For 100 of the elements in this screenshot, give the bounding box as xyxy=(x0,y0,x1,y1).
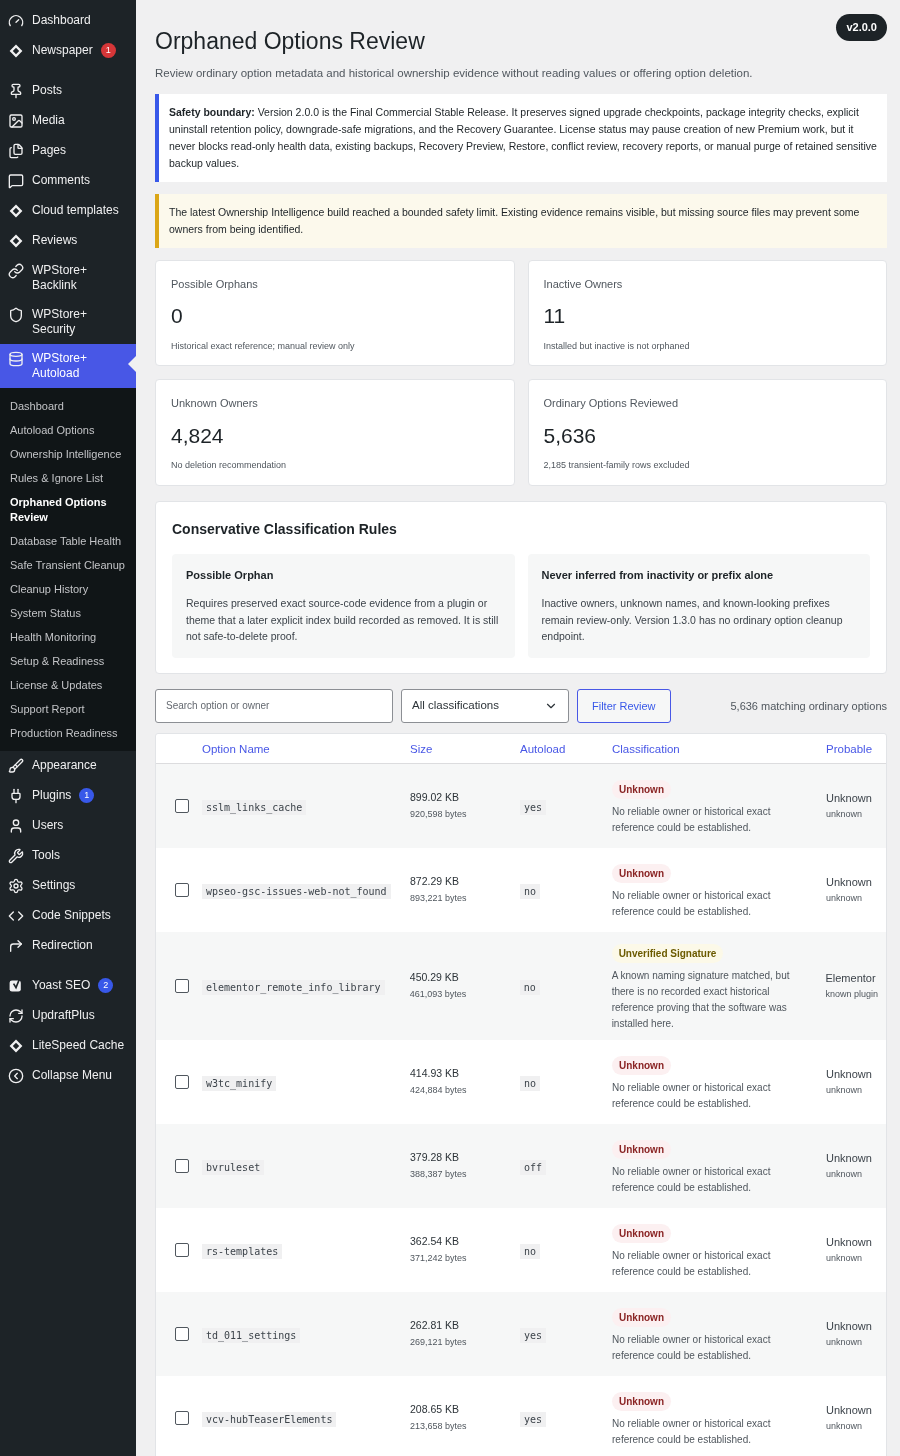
count-badge: 1 xyxy=(100,43,116,59)
submenu-item[interactable]: Production Readiness xyxy=(0,721,136,745)
column-header[interactable]: Probable xyxy=(826,743,873,756)
sidebar-item[interactable]: Yoast SEO 2 xyxy=(0,971,136,1001)
row-checkbox[interactable] xyxy=(175,1074,189,1089)
row-checkbox[interactable] xyxy=(175,798,189,813)
owner-name: Unknown xyxy=(826,1066,873,1082)
sidebar-item[interactable]: Tools xyxy=(0,841,136,871)
refresh-icon xyxy=(8,1008,24,1024)
owner-type: unknown xyxy=(826,1336,864,1350)
link-icon xyxy=(8,263,24,279)
result-count: 5,636 matching ordinary options xyxy=(730,698,887,714)
submenu-item[interactable]: Autoload Options xyxy=(0,418,136,442)
submenu-item[interactable]: System Status xyxy=(0,601,136,625)
row-checkbox[interactable] xyxy=(175,1326,189,1341)
sidebar-item[interactable]: Plugins 1 xyxy=(0,781,136,811)
row-checkbox[interactable] xyxy=(175,1158,189,1173)
sidebar-item[interactable]: Appearance xyxy=(0,751,136,781)
sidebar-item[interactable]: LiteSpeed Cache xyxy=(0,1031,136,1061)
sidebar-item[interactable]: Comments xyxy=(0,166,136,196)
column-header[interactable]: Option Name xyxy=(202,743,270,756)
stat-label: Inactive Owners xyxy=(543,276,624,292)
sidebar-item[interactable]: Posts xyxy=(0,76,136,106)
sidebar-item[interactable]: WPStore+ Security xyxy=(0,300,136,344)
sidebar-item[interactable]: Media xyxy=(0,106,136,136)
submenu-item[interactable]: Safe Transient Cleanup xyxy=(0,553,136,577)
owner-type: unknown xyxy=(826,1420,864,1434)
brush-icon xyxy=(8,758,24,774)
size-text: 262.81 KB xyxy=(410,1317,461,1333)
option-name: rs-templates xyxy=(202,1243,283,1259)
database-icon xyxy=(8,351,24,367)
filter-button[interactable]: Filter Review xyxy=(577,688,671,723)
sidebar-item[interactable]: Pages xyxy=(0,136,136,166)
sidebar-item[interactable]: Code Snippets xyxy=(0,901,136,931)
sidebar-item[interactable]: Users xyxy=(0,811,136,841)
rule-text: Requires preserved exact source-code evidence from a plugin or theme that a later explicit index build recorded as removed. It is still not safe-to-delete proof. xyxy=(186,596,500,645)
option-name: elementor_remote_info_library xyxy=(201,979,385,995)
sidebar-item[interactable]: Cloud templates xyxy=(0,196,136,226)
bytes-text: 371,242 bytes xyxy=(410,1252,468,1266)
submenu-item[interactable]: Dashboard xyxy=(0,394,136,418)
owner-type: known plugin xyxy=(825,988,878,1002)
submenu-item[interactable]: Ownership Intelligence xyxy=(0,442,136,466)
submenu-item[interactable]: Orphaned Options Review xyxy=(0,490,136,529)
sidebar-item[interactable]: Settings xyxy=(0,871,136,901)
shield-icon xyxy=(8,307,24,323)
submenu-item[interactable]: Rules & Ignore List xyxy=(0,466,136,490)
sidebar-item[interactable]: WPStore+ Autoload xyxy=(0,344,136,388)
stat-label: Ordinary Options Reviewed xyxy=(543,396,679,412)
search-field[interactable]: Search option or owner xyxy=(155,688,393,723)
stat-note: 2,185 transient-family rows excluded xyxy=(543,459,691,473)
submenu-item[interactable]: License & Updates xyxy=(0,673,136,697)
sidebar-item[interactable]: Collapse Menu xyxy=(0,1061,136,1091)
sidebar-item[interactable]: Dashboard xyxy=(0,6,136,36)
row-checkbox[interactable] xyxy=(175,978,189,993)
sidebar-item[interactable]: Newspaper 1 xyxy=(0,36,136,66)
column-header[interactable]: Autoload xyxy=(520,743,566,756)
submenu-item[interactable]: Cleanup History xyxy=(0,577,136,601)
sidebar-item[interactable]: Reviews xyxy=(0,226,136,256)
bytes-text: 893,221 bytes xyxy=(410,892,468,906)
owner-name: Unknown xyxy=(826,874,873,890)
row-checkbox[interactable] xyxy=(175,1410,189,1425)
wrench-icon xyxy=(8,848,24,864)
stat-note: Historical exact reference; manual review only xyxy=(171,339,356,353)
owner-type: unknown xyxy=(826,1168,864,1182)
sidebar-item[interactable]: WPStore+ Backlink xyxy=(0,256,136,300)
option-name: wpseo-gsc-issues-web-not_found xyxy=(202,883,391,899)
autoload-value: no xyxy=(520,1075,541,1091)
rule-title: Possible Orphan xyxy=(186,567,275,583)
bytes-text: 269,121 bytes xyxy=(410,1336,468,1350)
pin-icon xyxy=(8,83,24,99)
speech-bubble-icon xyxy=(8,173,24,189)
diamond-icon xyxy=(8,203,24,219)
row-checkbox[interactable] xyxy=(175,1242,189,1257)
sidebar-item[interactable]: Redirection xyxy=(0,931,136,961)
version-badge: v2.0.0 xyxy=(836,14,887,41)
option-name: sslm_links_cache xyxy=(202,799,307,815)
owner-name: Unknown xyxy=(826,1234,873,1250)
classification-description: A known naming signature matched, but there is no recorded exact historical reference proving that the software was installed here. xyxy=(611,968,791,1031)
owner-type: unknown xyxy=(826,808,864,822)
classification-badge: Unknown xyxy=(612,1307,671,1327)
submenu-item[interactable]: Database Table Health xyxy=(0,529,136,553)
stat-note: No deletion recommendation xyxy=(171,459,288,473)
stat-value: 11 xyxy=(543,303,567,330)
size-text: 208.65 KB xyxy=(410,1401,461,1417)
row-checkbox[interactable] xyxy=(175,882,189,897)
settings-icon xyxy=(8,878,24,894)
stat-label: Possible Orphans xyxy=(171,276,259,292)
column-header[interactable]: Classification xyxy=(612,743,680,756)
sidebar-item[interactable]: UpdraftPlus xyxy=(0,1001,136,1031)
submenu-item[interactable]: Support Report xyxy=(0,697,136,721)
submenu-item[interactable]: Setup & Readiness xyxy=(0,649,136,673)
stat-value: 0 xyxy=(171,303,184,330)
autoload-value: yes xyxy=(520,799,547,815)
pages-icon xyxy=(8,143,24,159)
redirect-arrow-icon xyxy=(8,938,24,954)
owner-name: Unknown xyxy=(826,790,873,806)
owner-type: unknown xyxy=(826,892,864,906)
column-header[interactable]: Size xyxy=(410,743,433,756)
submenu-item[interactable]: Health Monitoring xyxy=(0,625,136,649)
classification-select[interactable]: All classifications xyxy=(401,688,569,723)
